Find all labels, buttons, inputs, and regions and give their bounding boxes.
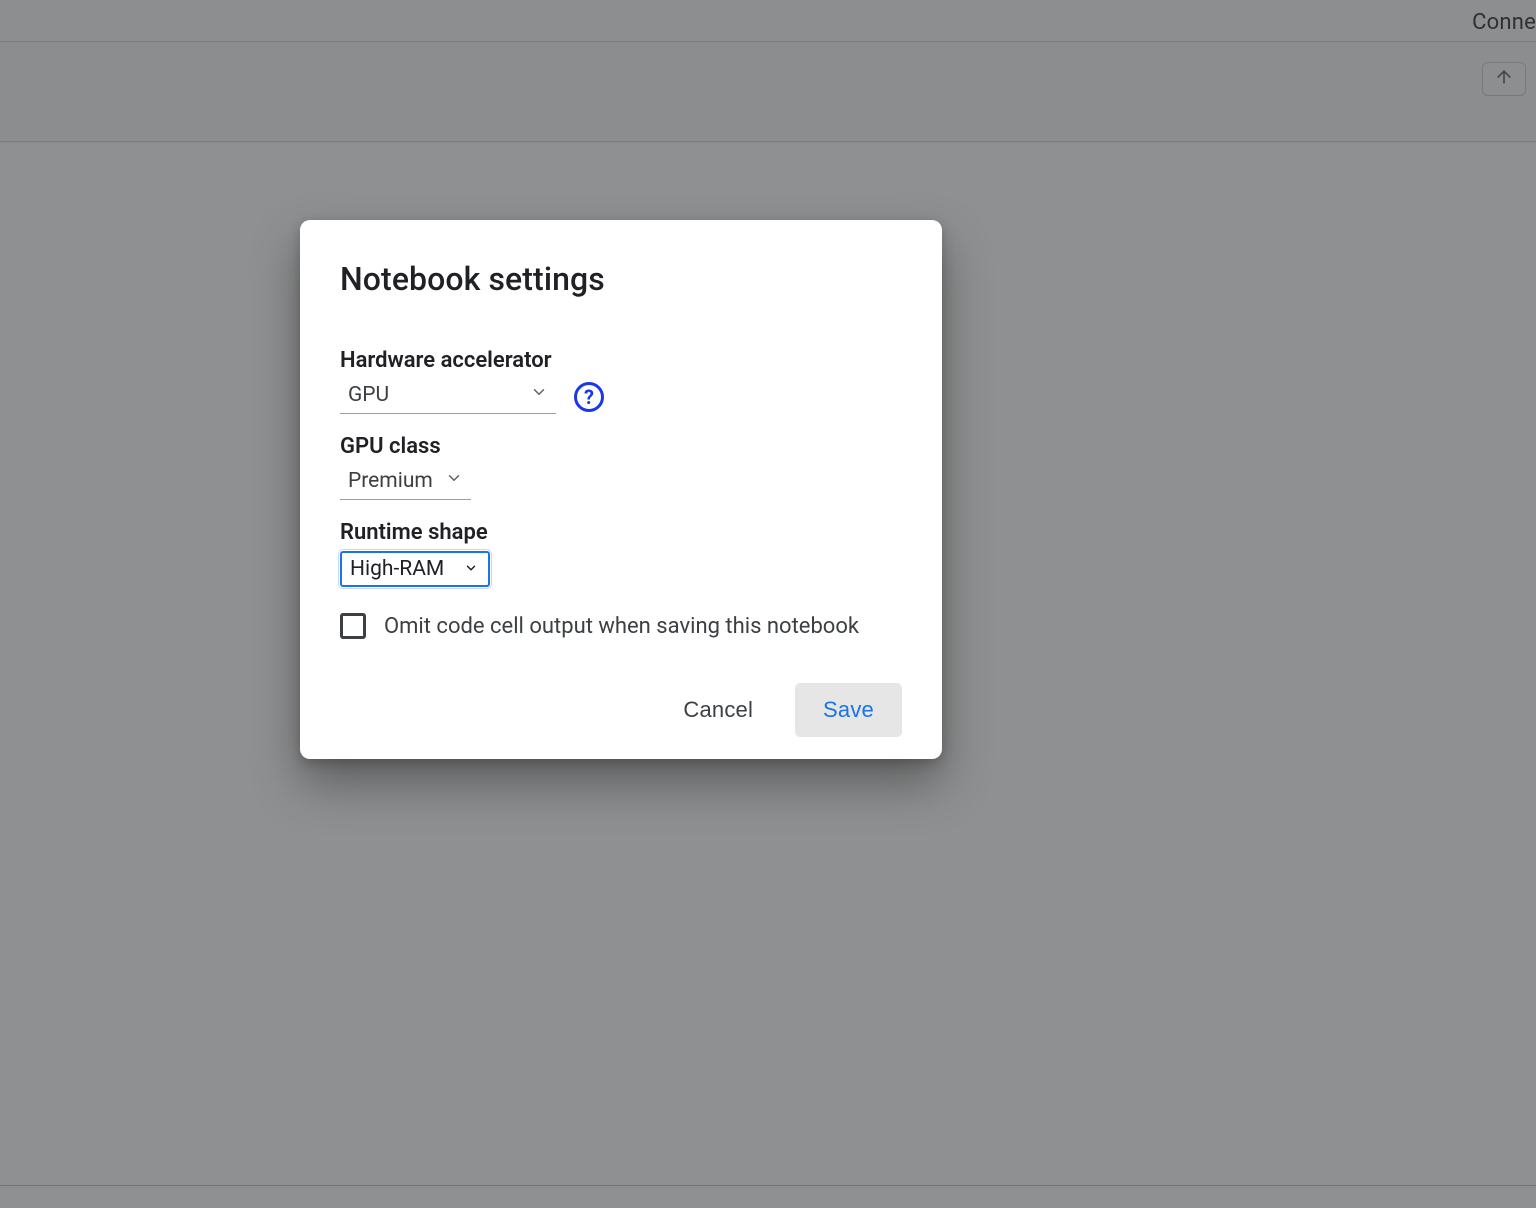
save-button[interactable]: Save	[795, 683, 902, 737]
gpu-class-field: GPU class Premium	[340, 434, 902, 500]
help-icon[interactable]: ?	[574, 382, 604, 412]
runtime-shape-select[interactable]: High-RAM	[340, 551, 490, 587]
dialog-actions: Cancel Save	[340, 683, 902, 737]
hardware-accelerator-select[interactable]: GPU	[340, 379, 556, 414]
gpu-class-label: GPU class	[340, 434, 902, 459]
hardware-accelerator-label: Hardware accelerator	[340, 348, 902, 373]
runtime-shape-field: Runtime shape High-RAM	[340, 520, 902, 587]
runtime-shape-label: Runtime shape	[340, 520, 902, 545]
hardware-accelerator-value: GPU	[348, 383, 389, 407]
chevron-down-icon	[464, 557, 478, 581]
runtime-shape-value: High-RAM	[350, 557, 444, 581]
omit-output-checkbox[interactable]	[340, 613, 366, 639]
notebook-settings-dialog: Notebook settings Hardware accelerator G…	[300, 220, 942, 759]
omit-output-label: Omit code cell output when saving this n…	[384, 614, 859, 639]
chevron-down-icon	[530, 383, 548, 407]
dialog-title: Notebook settings	[340, 260, 902, 298]
cancel-button[interactable]: Cancel	[655, 683, 781, 737]
gpu-class-value: Premium	[348, 469, 433, 493]
hardware-accelerator-field: Hardware accelerator GPU ?	[340, 348, 902, 414]
chevron-down-icon	[445, 469, 463, 493]
omit-output-row: Omit code cell output when saving this n…	[340, 613, 902, 639]
gpu-class-select[interactable]: Premium	[340, 465, 471, 500]
